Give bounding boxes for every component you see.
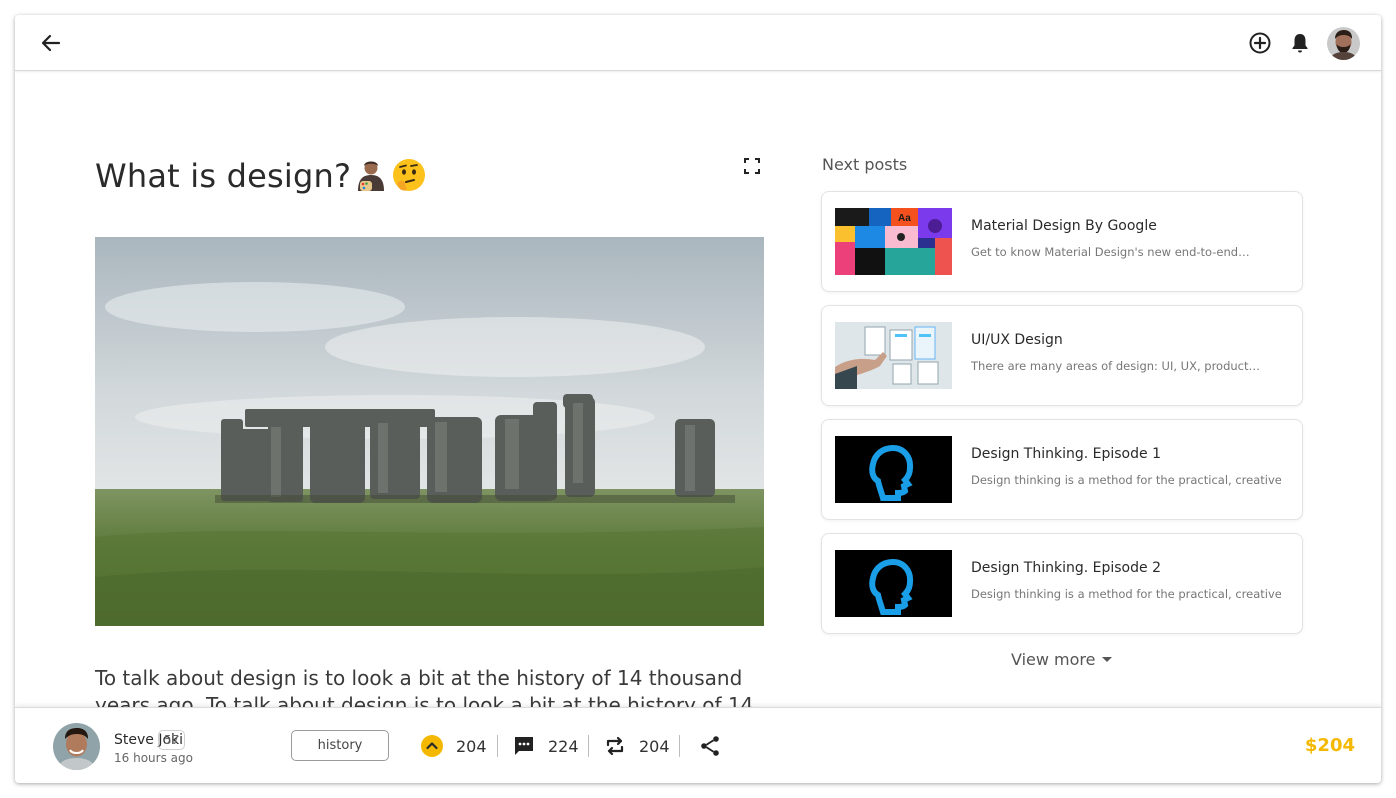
bottom-bar: Steve Joki 57 16 hours ago history 204 2… bbox=[15, 707, 1381, 783]
article-title-text: What is design? bbox=[95, 157, 352, 195]
artist-emoji bbox=[353, 157, 389, 193]
divider bbox=[497, 735, 498, 757]
comment-icon bbox=[515, 737, 533, 755]
back-arrow-icon[interactable] bbox=[37, 30, 65, 56]
svg-text:Aa: Aa bbox=[898, 213, 911, 224]
material-design-thumbnail: Aa bbox=[835, 208, 952, 275]
post-title: Design Thinking. Episode 1 bbox=[971, 446, 1161, 462]
post-timestamp: 16 hours ago bbox=[114, 751, 193, 765]
post-title: UI/UX Design bbox=[971, 332, 1063, 348]
app-window: What is design? To talk about design is … bbox=[15, 15, 1381, 783]
comment-count: 224 bbox=[548, 736, 579, 756]
user-avatar[interactable] bbox=[1327, 27, 1360, 60]
share-button[interactable] bbox=[698, 734, 722, 758]
post-excerpt: Get to know Material Design's new end-to… bbox=[971, 245, 1250, 259]
article-title: What is design? bbox=[95, 157, 427, 195]
repost-icon bbox=[606, 736, 624, 756]
upvote-count: 204 bbox=[456, 736, 487, 756]
post-card[interactable]: Design Thinking. Episode 1 Design thinki… bbox=[821, 419, 1303, 520]
post-title: Material Design By Google bbox=[971, 218, 1157, 234]
add-post-icon[interactable] bbox=[1248, 31, 1272, 55]
post-card[interactable]: UI/UX Design There are many areas of des… bbox=[821, 305, 1303, 406]
author-avatar[interactable] bbox=[53, 723, 100, 770]
repost-button[interactable]: 204 bbox=[603, 734, 670, 758]
post-price: $204 bbox=[1304, 735, 1355, 756]
divider bbox=[588, 735, 589, 757]
post-excerpt: There are many areas of design: UI, UX, … bbox=[971, 359, 1261, 373]
view-more-button[interactable]: View more bbox=[1011, 650, 1112, 669]
upvote-icon bbox=[421, 735, 443, 757]
post-excerpt: Design thinking is a method for the prac… bbox=[971, 473, 1281, 487]
top-bar bbox=[15, 15, 1381, 71]
next-posts-heading: Next posts bbox=[822, 155, 908, 174]
post-title: Design Thinking. Episode 2 bbox=[971, 560, 1161, 576]
post-card[interactable]: Design Thinking. Episode 2 Design thinki… bbox=[821, 533, 1303, 634]
post-excerpt: Design thinking is a method for the prac… bbox=[971, 587, 1281, 601]
tag-history-button[interactable]: history bbox=[291, 730, 389, 761]
head-profile-thumbnail bbox=[835, 550, 952, 617]
upvote-button[interactable]: 204 bbox=[420, 734, 487, 758]
caret-down-icon bbox=[1101, 657, 1112, 662]
fullscreen-icon[interactable] bbox=[743, 157, 761, 175]
thinking-face-emoji bbox=[391, 157, 427, 193]
bell-icon[interactable] bbox=[1288, 31, 1312, 55]
head-profile-thumbnail bbox=[835, 436, 952, 503]
share-icon bbox=[701, 736, 719, 756]
post-card[interactable]: Aa Material Design By Google Get to know… bbox=[821, 191, 1303, 292]
view-more-label: View more bbox=[1011, 650, 1096, 669]
ux-wireframes-thumbnail bbox=[835, 322, 952, 389]
author-level-badge: 57 bbox=[158, 730, 186, 750]
repost-count: 204 bbox=[639, 736, 670, 756]
hero-image-stonehenge bbox=[95, 237, 764, 626]
divider bbox=[679, 735, 680, 757]
comments-button[interactable]: 224 bbox=[512, 734, 579, 758]
